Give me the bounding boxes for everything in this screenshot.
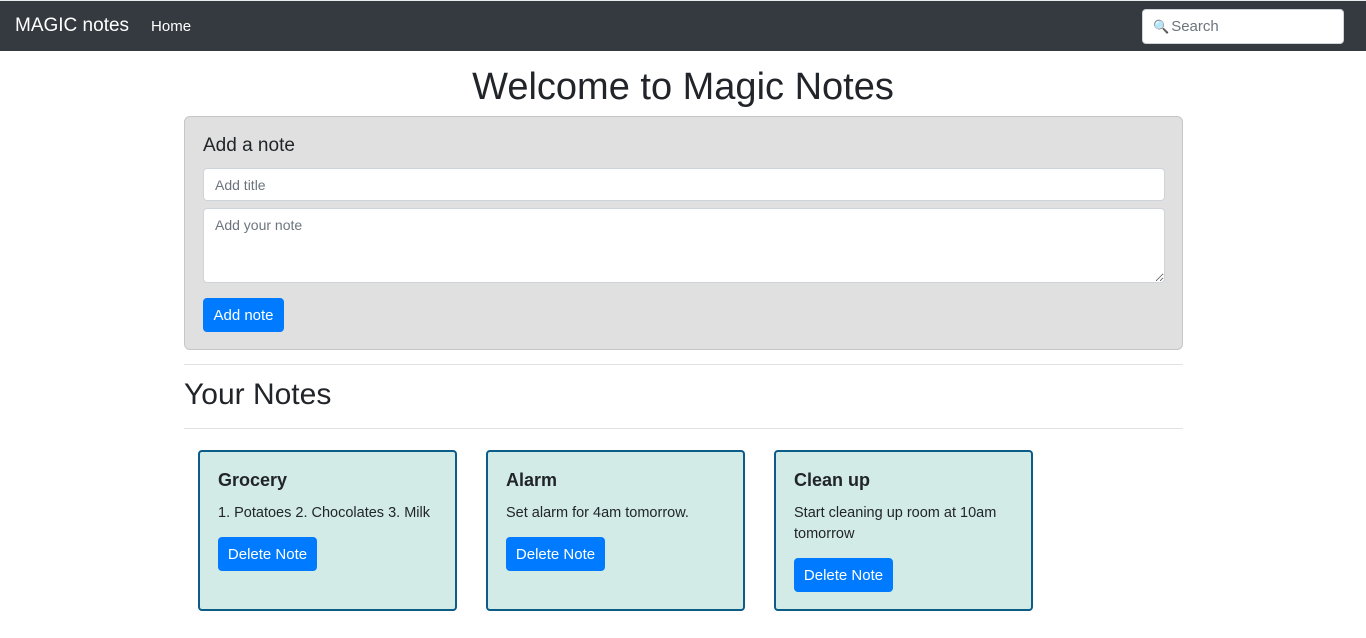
note-text: Start cleaning up room at 10am tomorrow — [794, 505, 997, 542]
note-text: Set alarm for 4am tomorrow. — [506, 505, 689, 521]
search-input[interactable] — [1171, 18, 1342, 35]
note-card: Clean up Start cleaning up room at 10am … — [774, 450, 1033, 611]
search-icon: 🔍 — [1153, 19, 1170, 34]
navbar: MAGIC notes Home 🔍 — [0, 0, 1366, 51]
page-title: Welcome to Magic Notes — [472, 66, 894, 108]
add-note-panel: Add a note Add note — [184, 116, 1183, 350]
add-note-button[interactable]: Add note — [203, 298, 284, 332]
note-body-textarea[interactable] — [203, 208, 1165, 283]
divider — [184, 428, 1183, 429]
your-notes-heading: Your Notes — [184, 378, 332, 411]
note-title: Grocery — [218, 470, 288, 490]
note-card: Grocery 1. Potatoes 2. Chocolates 3. Mil… — [198, 450, 457, 611]
delete-note-button[interactable]: Delete Note — [794, 558, 893, 592]
note-title: Clean up — [794, 470, 871, 490]
add-note-heading: Add a note — [203, 135, 295, 156]
delete-note-button[interactable]: Delete Note — [506, 537, 605, 571]
note-title: Alarm — [506, 470, 558, 490]
note-text: 1. Potatoes 2. Chocolates 3. Milk — [218, 505, 430, 521]
nav-home-link[interactable]: Home — [151, 18, 191, 35]
brand-logo[interactable]: MAGIC notes — [15, 15, 129, 37]
note-title-input[interactable] — [203, 168, 1165, 201]
note-card: Alarm Set alarm for 4am tomorrow. Delete… — [486, 450, 745, 611]
divider — [184, 364, 1183, 365]
delete-note-button[interactable]: Delete Note — [218, 537, 317, 571]
search-box[interactable]: 🔍 — [1142, 9, 1344, 44]
